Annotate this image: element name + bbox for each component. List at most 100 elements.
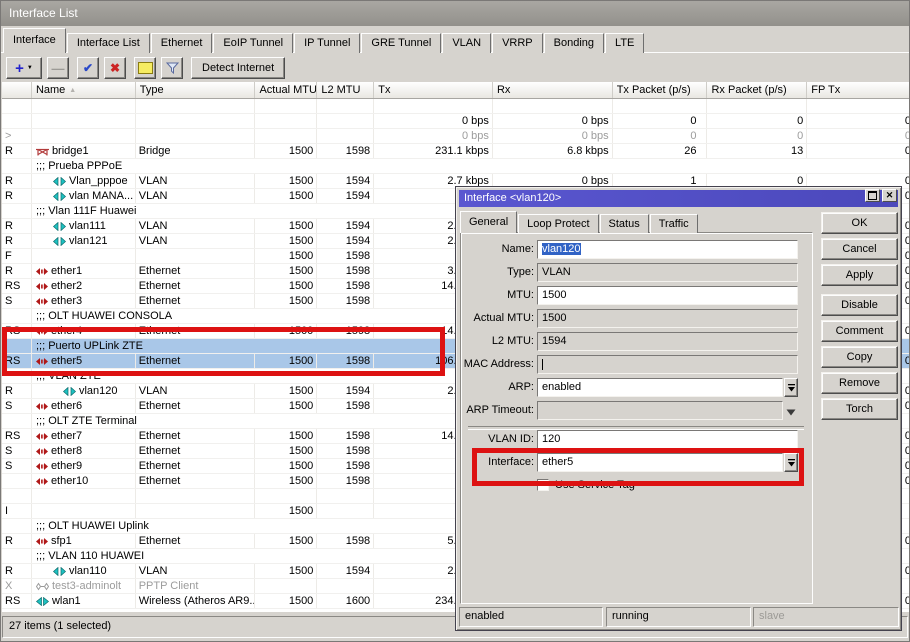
- arp-label: ARP:: [458, 381, 534, 393]
- row-name: vlan111: [69, 219, 106, 233]
- column-header-tx[interactable]: Tx: [374, 82, 493, 98]
- pptp-icon: [36, 582, 49, 591]
- comment-button[interactable]: [134, 57, 156, 79]
- detect-internet-button[interactable]: Detect Internet: [191, 57, 285, 79]
- main-titlebar[interactable]: Interface List: [1, 1, 909, 26]
- row-flag: R: [2, 564, 32, 578]
- cell-l2_mtu: 1598: [317, 474, 374, 488]
- type-field[interactable]: VLAN: [537, 263, 798, 282]
- arp-dropdown-button[interactable]: [784, 378, 798, 397]
- toolbar: + ▼ — ✔ ✖ Detect Internet: [6, 56, 285, 80]
- column-header-rx[interactable]: Rx: [493, 82, 613, 98]
- cell-actual_mtu: 1500: [255, 594, 317, 608]
- row-name: bridge1: [52, 144, 89, 158]
- column-header-name[interactable]: Name▲: [32, 82, 136, 98]
- tab-interface-list[interactable]: Interface List: [67, 33, 150, 53]
- table-row[interactable]: [2, 99, 910, 114]
- arp-timeout-dropdown-arrow-icon[interactable]: [786, 407, 796, 414]
- filter-button[interactable]: [161, 57, 183, 79]
- l2-mtu-field[interactable]: 1594: [537, 332, 798, 351]
- comment-button[interactable]: Comment: [821, 320, 898, 342]
- tab-vlan[interactable]: VLAN: [442, 33, 491, 53]
- disable-button[interactable]: Disable: [821, 294, 898, 316]
- close-button[interactable]: ✕: [882, 189, 897, 202]
- cell-name: [32, 129, 136, 143]
- mac-address-field[interactable]: [537, 355, 798, 374]
- cell-actual_mtu: 1500: [255, 219, 317, 233]
- tab-vrrp[interactable]: VRRP: [492, 33, 543, 53]
- name-field[interactable]: vlan120: [537, 240, 798, 259]
- tab-ethernet[interactable]: Ethernet: [151, 33, 213, 53]
- tab-gre-tunnel[interactable]: GRE Tunnel: [361, 33, 441, 53]
- row-flag: R: [2, 534, 32, 548]
- cell-name: vlan110: [32, 564, 136, 578]
- cell-name: test3-adminolt: [32, 579, 136, 593]
- tab-eoip-tunnel[interactable]: EoIP Tunnel: [213, 33, 293, 53]
- dialog-status-slave: slave: [753, 607, 899, 627]
- cell-actual_mtu: 1500: [255, 249, 317, 263]
- tab-bonding[interactable]: Bonding: [544, 33, 604, 53]
- cell-l2_mtu: 1598: [317, 279, 374, 293]
- torch-button[interactable]: Torch: [821, 398, 898, 420]
- tab-lte[interactable]: LTE: [605, 33, 644, 53]
- row-flag: RS: [2, 429, 32, 443]
- cell-fp_tx: [807, 99, 910, 113]
- mac-address-label: MAC Address:: [458, 358, 534, 370]
- mtu-label: MTU:: [458, 289, 534, 301]
- cell-name: Vlan_pppoe: [32, 174, 136, 188]
- column-header-rx_packet[interactable]: Rx Packet (p/s): [707, 82, 807, 98]
- copy-button[interactable]: Copy: [821, 346, 898, 368]
- row-flag: [2, 114, 32, 128]
- cell-l2_mtu: 1594: [317, 384, 374, 398]
- row-flag: [2, 159, 32, 173]
- column-header-fp_tx[interactable]: FP Tx: [807, 82, 910, 98]
- cell-fp_tx: 0: [807, 114, 910, 128]
- maximize-button[interactable]: [865, 189, 880, 202]
- table-row[interactable]: >0 bps0 bps000: [2, 129, 910, 144]
- enable-button[interactable]: ✔: [77, 57, 99, 79]
- tab-ip-tunnel[interactable]: IP Tunnel: [294, 33, 360, 53]
- remove-button[interactable]: Remove: [821, 372, 898, 394]
- arp-timeout-field[interactable]: [537, 401, 783, 420]
- ok-button[interactable]: OK: [821, 212, 898, 234]
- table-row[interactable]: 0 bps0 bps000: [2, 114, 910, 129]
- row-name: ether8: [51, 444, 82, 458]
- vlan-id-field[interactable]: 120: [537, 430, 798, 449]
- dialog-tab-status[interactable]: Status: [600, 214, 649, 233]
- table-row[interactable]: Rbridge1Bridge15001598231.1 kbps6.8 kbps…: [2, 144, 910, 159]
- column-header-flag[interactable]: [2, 82, 32, 98]
- column-header-actual_mtu[interactable]: Actual MTU: [255, 82, 317, 98]
- dialog-tab-loop-protect[interactable]: Loop Protect: [518, 214, 598, 233]
- arp-field[interactable]: enabled: [537, 378, 783, 397]
- cancel-button[interactable]: Cancel: [821, 238, 898, 260]
- mtu-field[interactable]: 1500: [537, 286, 798, 305]
- remove-button[interactable]: —: [47, 57, 69, 79]
- tab-interface[interactable]: Interface: [3, 28, 66, 53]
- row-flag: F: [2, 249, 32, 263]
- cell-l2_mtu: 1598: [317, 429, 374, 443]
- row-flag: RS: [2, 594, 32, 608]
- cell-tx: 231.1 kbps: [374, 144, 493, 158]
- dialog-tab-traffic[interactable]: Traffic: [650, 214, 698, 233]
- apply-button[interactable]: Apply: [821, 264, 898, 286]
- dialog-titlebar[interactable]: Interface <vlan120>: [459, 190, 898, 207]
- row-name: ether6: [51, 399, 82, 413]
- row-name: sfp1: [51, 534, 72, 548]
- column-header-type[interactable]: Type: [136, 82, 256, 98]
- dropdown-arrow-icon: [787, 383, 796, 393]
- dialog-tab-general[interactable]: General: [460, 211, 517, 233]
- row-flag: [2, 489, 32, 503]
- actual-mtu-field[interactable]: 1500: [537, 309, 798, 328]
- column-header-tx_packet[interactable]: Tx Packet (p/s): [613, 82, 708, 98]
- cell-l2_mtu: 1600: [317, 594, 374, 608]
- disable-button[interactable]: ✖: [104, 57, 126, 79]
- ethernet-icon: [36, 402, 48, 411]
- cell-l2_mtu: 1594: [317, 189, 374, 203]
- column-header-l2_mtu[interactable]: L2 MTU: [317, 82, 374, 98]
- row-name: vlan121: [69, 234, 108, 248]
- table-row-comment[interactable]: ;;; Prueba PPPoE: [2, 159, 910, 174]
- cell-type: [136, 249, 256, 263]
- cell-type: [136, 489, 256, 503]
- cell-name: ether7: [32, 429, 136, 443]
- add-button[interactable]: + ▼: [6, 57, 42, 79]
